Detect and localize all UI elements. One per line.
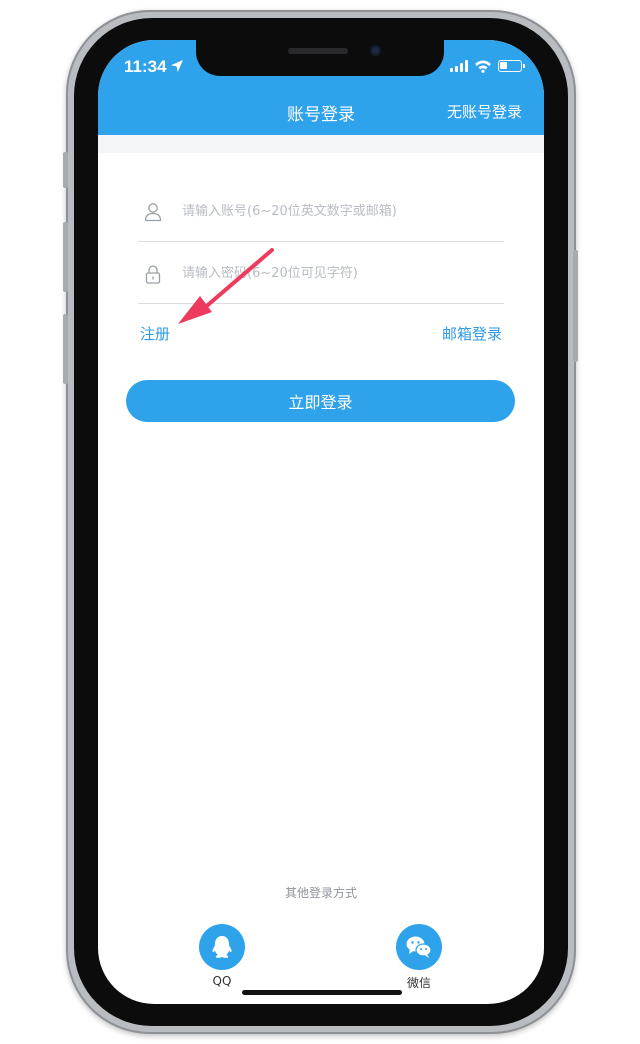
lock-icon xyxy=(145,265,161,284)
notch xyxy=(196,40,444,76)
wechat-login-button[interactable]: 微信 xyxy=(389,924,449,991)
qq-label: QQ xyxy=(212,974,232,988)
account-field xyxy=(138,180,504,242)
phone-screen: 11:34 账号登录 无账号登录 请输入账号(6~20位英文数字或邮箱) 注册 … xyxy=(98,40,544,1004)
qq-login-button[interactable]: QQ xyxy=(192,924,252,988)
wechat-icon xyxy=(396,924,442,970)
account-input[interactable] xyxy=(182,198,492,224)
email-login-link[interactable]: 邮箱登录 xyxy=(442,323,502,344)
battery-icon xyxy=(498,60,525,72)
password-field xyxy=(138,242,504,304)
guest-login-button[interactable]: 无账号登录 xyxy=(447,101,522,122)
status-indicators xyxy=(450,59,525,73)
header-divider-strip xyxy=(98,135,544,153)
password-input[interactable] xyxy=(182,260,492,286)
home-indicator[interactable] xyxy=(242,990,402,995)
other-login-title: 其他登录方式 xyxy=(284,886,357,900)
speaker-grille xyxy=(288,48,348,54)
wifi-icon xyxy=(475,60,491,73)
power-button xyxy=(573,250,578,362)
front-camera xyxy=(370,45,381,56)
wechat-label: 微信 xyxy=(406,976,431,990)
register-link[interactable]: 注册 xyxy=(140,323,170,344)
user-icon xyxy=(144,203,162,222)
signal-icon xyxy=(450,60,468,72)
login-button[interactable]: 立即登录 xyxy=(126,380,515,422)
volume-down-button xyxy=(63,314,68,384)
location-arrow-icon xyxy=(171,60,183,72)
qq-icon xyxy=(199,924,245,970)
status-time: 11:34 xyxy=(124,57,167,76)
app-header: 11:34 账号登录 无账号登录 xyxy=(98,40,544,135)
mute-switch xyxy=(63,152,68,188)
volume-up-button xyxy=(63,222,68,292)
